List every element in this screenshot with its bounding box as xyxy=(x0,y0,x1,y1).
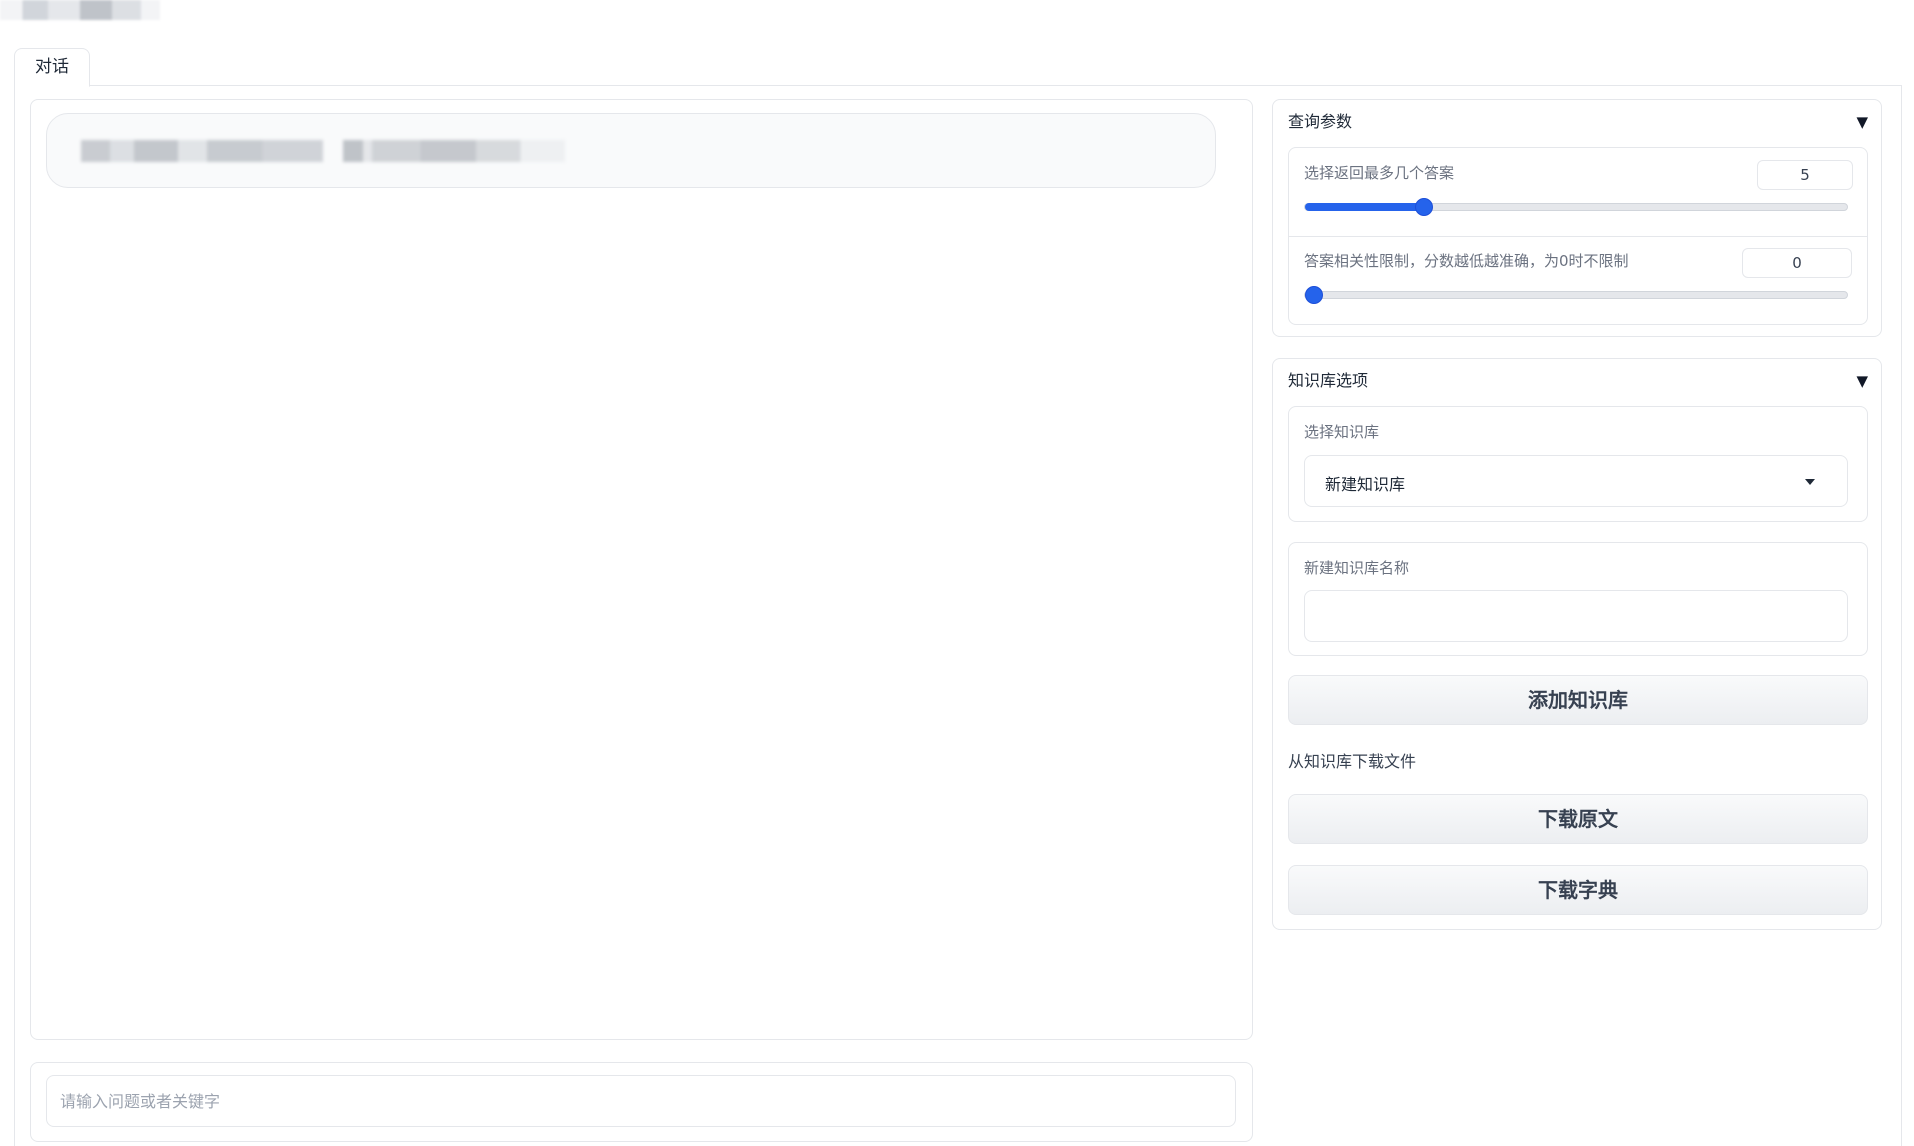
new-kb-name-input[interactable] xyxy=(1304,590,1848,642)
kb-options-header[interactable]: 知识库选项 ▼ xyxy=(1288,369,1868,393)
chat-message-bubble xyxy=(46,113,1216,188)
redacted-message-text xyxy=(343,140,565,162)
query-params-accordion: 查询参数 ▼ 选择返回最多几个答案 5 答案相关性限制，分数越低越准确，为0时不… xyxy=(1272,99,1882,337)
chevron-down-icon xyxy=(1805,479,1815,485)
score-threshold-slider-track[interactable] xyxy=(1304,286,1848,304)
question-input-panel xyxy=(30,1062,1253,1142)
top-k-number-input[interactable]: 5 xyxy=(1757,160,1853,190)
top-k-label: 选择返回最多几个答案 xyxy=(1304,164,1455,182)
tab-chat[interactable]: 对话 xyxy=(14,48,90,87)
question-input[interactable] xyxy=(46,1075,1236,1127)
kb-select-box: 选择知识库 新建知识库 xyxy=(1288,406,1868,522)
query-params-header[interactable]: 查询参数 ▼ xyxy=(1288,110,1868,134)
download-original-button[interactable]: 下载原文 xyxy=(1288,794,1868,844)
score-threshold-slider-row: 答案相关性限制，分数越低越准确，为0时不限制 0 xyxy=(1289,236,1867,324)
new-kb-name-label: 新建知识库名称 xyxy=(1304,559,1410,577)
query-params-body: 选择返回最多几个答案 5 答案相关性限制，分数越低越准确，为0时不限制 0 xyxy=(1288,147,1868,325)
kb-options-title: 知识库选项 xyxy=(1288,371,1369,390)
chatbot-panel xyxy=(30,99,1253,1040)
top-k-slider-thumb[interactable] xyxy=(1415,198,1434,216)
score-threshold-label: 答案相关性限制，分数越低越准确，为0时不限制 xyxy=(1304,252,1629,270)
kb-select-label: 选择知识库 xyxy=(1304,423,1380,441)
collapse-arrow-icon[interactable]: ▼ xyxy=(1856,110,1868,134)
add-kb-button[interactable]: 添加知识库 xyxy=(1288,675,1868,725)
new-kb-name-box: 新建知识库名称 xyxy=(1288,542,1868,656)
redacted-message-text xyxy=(81,140,323,162)
kb-select-value: 新建知识库 xyxy=(1325,475,1406,494)
top-k-slider-track[interactable] xyxy=(1304,198,1848,216)
kb-select-dropdown[interactable]: 新建知识库 xyxy=(1304,455,1848,507)
query-params-title: 查询参数 xyxy=(1288,112,1353,131)
kb-options-accordion: 知识库选项 ▼ 选择知识库 新建知识库 新建知识库名称 添加知识库 从知识库下载… xyxy=(1272,358,1882,930)
score-threshold-number-input[interactable]: 0 xyxy=(1742,248,1852,278)
score-threshold-slider-thumb[interactable] xyxy=(1305,286,1323,304)
tab-bar: 对话 xyxy=(14,48,1902,87)
download-dict-button[interactable]: 下载字典 xyxy=(1288,865,1868,915)
download-section-label: 从知识库下载文件 xyxy=(1288,752,1417,771)
top-k-slider-row: 选择返回最多几个答案 5 xyxy=(1289,148,1867,236)
app-logo-blurred xyxy=(0,0,160,20)
top-k-slider-fill xyxy=(1305,203,1425,211)
collapse-arrow-icon[interactable]: ▼ xyxy=(1856,369,1868,393)
